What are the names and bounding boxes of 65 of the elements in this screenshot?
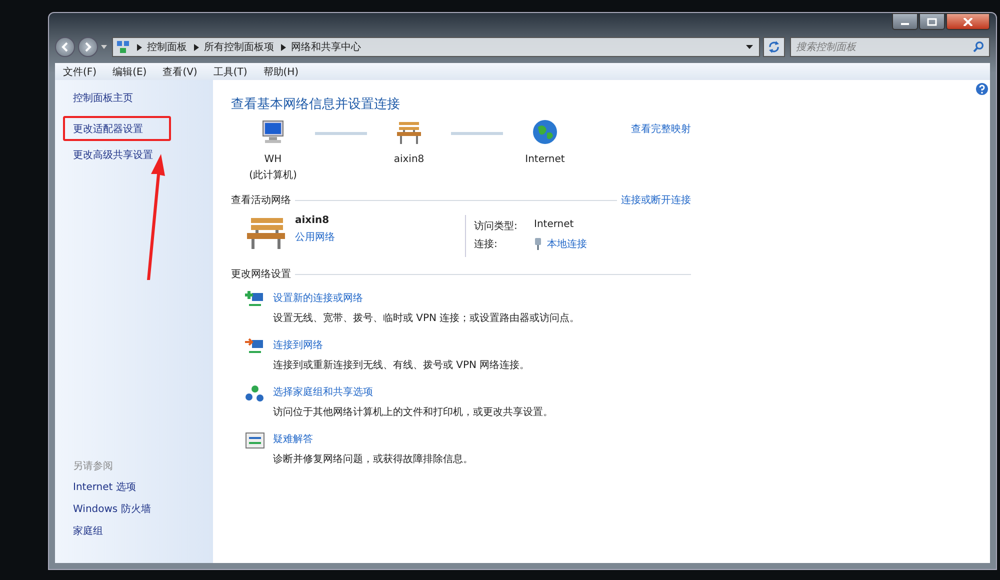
maximize-button[interactable]: [919, 13, 945, 30]
task-link[interactable]: 连接到网络: [273, 338, 530, 352]
connection-link[interactable]: 本地连接: [547, 237, 587, 251]
property-label: 访问类型:: [474, 220, 518, 233]
task-link[interactable]: 疑难解答: [273, 432, 473, 446]
sidebar-link[interactable]: 更改适配器设置: [63, 116, 171, 141]
close-icon: [963, 18, 973, 26]
chevron-icon: [137, 44, 142, 50]
help-icon[interactable]: [976, 83, 988, 95]
chevron-icon: [281, 44, 286, 50]
network-type-link[interactable]: 公用网络: [295, 230, 335, 244]
sidebar-link[interactable]: 控制面板主页: [73, 92, 133, 106]
sidebar-link[interactable]: 更改高级共享设置: [73, 149, 153, 163]
chevron-icon: [194, 44, 199, 50]
menu-item[interactable]: 工具(T): [213, 64, 248, 78]
menu-item[interactable]: 编辑(E): [112, 64, 147, 78]
bench-icon: [396, 119, 422, 145]
search-icon: [973, 41, 984, 52]
node-label: aixin8: [394, 153, 424, 167]
maximize-icon: [927, 18, 937, 26]
sidebar-link[interactable]: Internet 选项: [73, 481, 213, 495]
bench-icon: [245, 215, 287, 249]
task-link[interactable]: 设置新的连接或网络: [273, 291, 580, 305]
menu-item[interactable]: 查看(V): [162, 64, 198, 78]
address-bar[interactable]: 控制面板 所有控制面板项 网络和共享中心: [112, 37, 760, 57]
task-description: 设置无线、宽带、拨号、临时或 VPN 连接；或设置路由器或访问点。: [273, 312, 580, 325]
task-description: 访问位于其他网络计算机上的文件和打印机，或更改共享设置。: [273, 406, 553, 419]
sidebar-link[interactable]: Windows 防火墙: [73, 503, 213, 517]
refresh-icon: [768, 41, 780, 53]
forward-button[interactable]: [78, 37, 98, 57]
network-add-icon: [245, 291, 265, 309]
full-map-link[interactable]: 查看完整映射: [631, 122, 691, 136]
property-value: Internet: [534, 219, 575, 232]
connect-link[interactable]: 连接或断开连接: [621, 193, 691, 207]
sidebar-link[interactable]: 家庭组: [73, 525, 213, 539]
refresh-button[interactable]: [763, 37, 785, 57]
node-label: Internet: [525, 153, 565, 167]
back-button[interactable]: [55, 37, 75, 57]
network-icon: [116, 40, 130, 54]
minimize-button[interactable]: [892, 13, 918, 30]
section-heading: 更改网络设置: [231, 268, 291, 281]
plug-icon: [534, 238, 542, 250]
page-title: 查看基本网络信息并设置连接: [231, 96, 401, 113]
network-name: aixin8: [295, 215, 330, 226]
globe-icon: [532, 119, 558, 145]
troubleshoot-icon: [245, 432, 265, 450]
property-label: 连接:: [474, 238, 498, 251]
breadcrumb[interactable]: 网络和共享中心: [291, 40, 361, 54]
breadcrumb[interactable]: 控制面板: [147, 40, 187, 54]
homegroup-icon: [245, 385, 265, 403]
menu-item[interactable]: 文件(F): [63, 64, 97, 78]
node-label: WH: [264, 153, 282, 167]
section-heading: 另请参阅: [73, 460, 114, 473]
search-field[interactable]: 搜索控制面板: [790, 37, 990, 57]
section-heading: 查看活动网络: [231, 194, 291, 207]
menu-item[interactable]: 帮助(H): [263, 64, 299, 78]
dropdown-icon[interactable]: [746, 45, 753, 49]
task-link[interactable]: 选择家庭组和共享选项: [273, 385, 553, 399]
node-label: (此计算机): [249, 169, 297, 183]
task-description: 连接到或重新连接到无线、有线、拨号或 VPN 网络连接。: [273, 358, 530, 372]
breadcrumb[interactable]: 所有控制面板项: [204, 40, 274, 54]
network-connect-icon: [245, 338, 265, 356]
close-button[interactable]: [946, 13, 990, 30]
computer-icon: [260, 119, 286, 145]
task-description: 诊断并修复网络问题，或获得故障排除信息。: [273, 452, 473, 466]
